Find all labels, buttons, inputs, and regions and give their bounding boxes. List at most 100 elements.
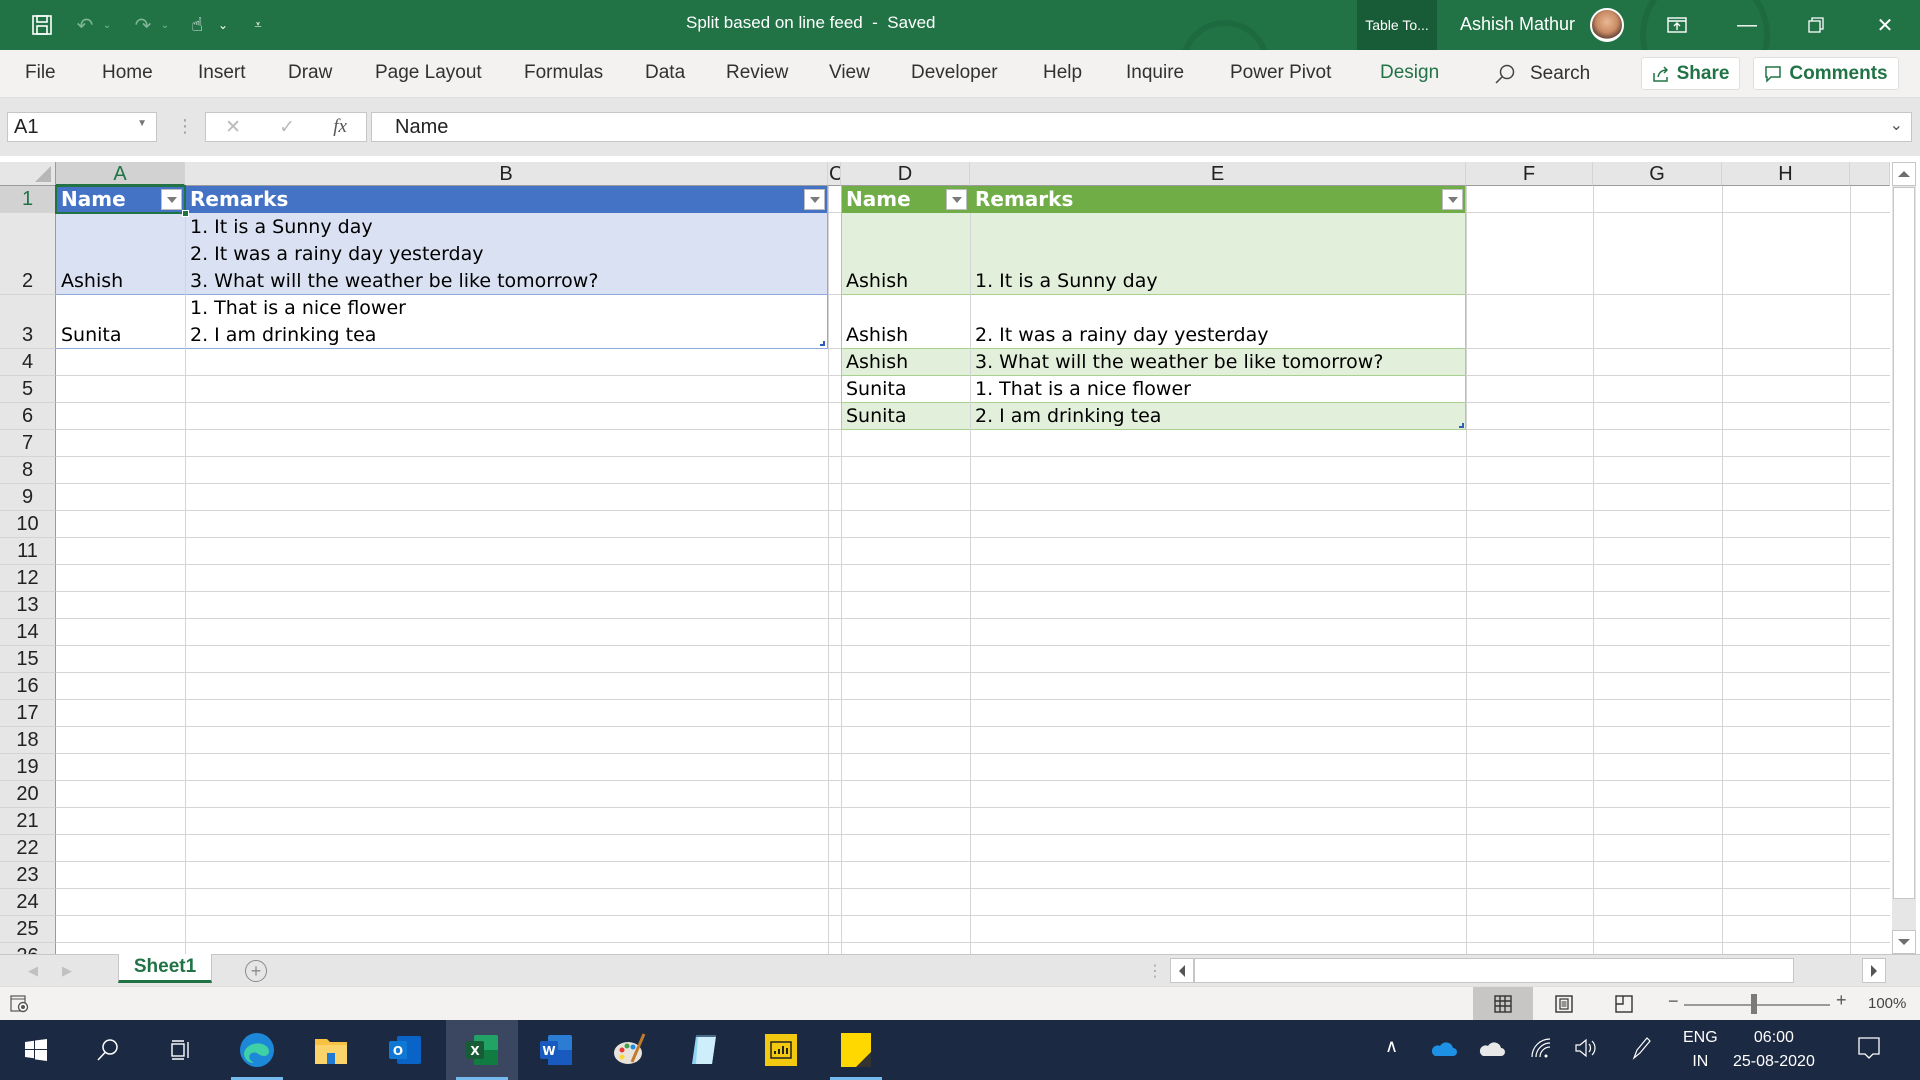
start-button[interactable] [0, 1020, 72, 1080]
tab-design[interactable]: Design [1380, 62, 1439, 84]
table-resize-handle[interactable] [1459, 423, 1464, 428]
row-header-24[interactable]: 24 [0, 889, 56, 916]
tab-page-layout[interactable]: Page Layout [375, 62, 482, 84]
column-header-b[interactable]: B [185, 162, 828, 186]
row-header-19[interactable]: 19 [0, 754, 56, 781]
row-header-25[interactable]: 25 [0, 916, 56, 943]
row-header-10[interactable]: 10 [0, 511, 56, 538]
tab-splitter[interactable]: ⋮ [1147, 961, 1163, 981]
cell-e3[interactable]: 2. It was a rainy day yesterday [970, 295, 1466, 349]
cell-e6[interactable]: 2. I am drinking tea [970, 403, 1466, 430]
row-header-9[interactable]: 9 [0, 484, 56, 511]
column-header-a[interactable]: A [56, 162, 185, 186]
column-header-g[interactable]: G [1593, 162, 1722, 186]
cell-e4[interactable]: 3. What will the weather be like tomorro… [970, 349, 1466, 376]
undo-dropdown-icon[interactable]: ⌄ [100, 0, 114, 50]
cell-e5[interactable]: 1. That is a nice flower [970, 376, 1466, 403]
tab-formulas[interactable]: Formulas [524, 62, 603, 84]
column-header-e[interactable]: E [970, 162, 1466, 186]
tab-data[interactable]: Data [645, 62, 685, 84]
row-header-6[interactable]: 6 [0, 403, 56, 430]
avatar[interactable] [1590, 8, 1624, 42]
table-resize-handle[interactable] [820, 341, 825, 346]
user-name[interactable]: Ashish Mathur [1460, 14, 1575, 35]
taskbar-app-paint[interactable] [594, 1020, 666, 1080]
row-header-1[interactable]: 1 [0, 186, 56, 213]
cell-d4[interactable]: Ashish [841, 349, 970, 376]
taskbar-app-word[interactable]: W [520, 1020, 592, 1080]
volume-icon[interactable] [1574, 1037, 1598, 1064]
cell-a2[interactable]: Ashish [56, 213, 185, 295]
row-header-26[interactable]: 26 [0, 943, 56, 954]
search-button[interactable] [72, 1020, 144, 1080]
filter-dropdown-icon[interactable] [946, 189, 967, 210]
row-header-16[interactable]: 16 [0, 673, 56, 700]
source-header-remarks[interactable]: Remarks [185, 186, 828, 213]
action-center-icon[interactable] [1857, 1036, 1881, 1065]
next-sheet-icon[interactable]: ▶ [62, 963, 72, 979]
add-sheet-button[interactable]: + [245, 960, 267, 982]
enter-icon[interactable]: ✓ [279, 116, 295, 139]
redo-icon[interactable]: ↷ [128, 0, 158, 50]
sheet-tab-sheet1[interactable]: Sheet1 [118, 954, 212, 983]
onedrive-icon[interactable] [1431, 1038, 1457, 1063]
show-hidden-icons-icon[interactable]: ∧ [1385, 1036, 1398, 1057]
row-header-7[interactable]: 7 [0, 430, 56, 457]
name-box[interactable]: A1 ▼ [7, 112, 157, 142]
zoom-out-button[interactable]: − [1668, 991, 1679, 1012]
column-header-c[interactable]: C [828, 162, 841, 186]
row-header-15[interactable]: 15 [0, 646, 56, 673]
horizontal-scrollbar[interactable] [1170, 958, 1886, 983]
zoom-slider[interactable]: − + [1668, 987, 1848, 1021]
column-header-d[interactable]: D [841, 162, 970, 186]
scroll-left-icon[interactable] [1170, 958, 1194, 983]
worksheet-grid[interactable]: A B C D E F G H 123456789101112131415161… [0, 162, 1890, 954]
cell-b3[interactable]: 1. That is a nice flower 2. I am drinkin… [185, 295, 828, 349]
row-header-5[interactable]: 5 [0, 376, 56, 403]
chevron-down-icon[interactable]: ▼ [137, 118, 147, 129]
row-header-17[interactable]: 17 [0, 700, 56, 727]
redo-dropdown-icon[interactable]: ⌄ [158, 0, 172, 50]
row-header-11[interactable]: 11 [0, 538, 56, 565]
customize-qat-icon[interactable]: ⩡ [246, 0, 270, 50]
cell-d2[interactable]: Ashish [841, 213, 970, 295]
row-header-4[interactable]: 4 [0, 349, 56, 376]
column-header-i-partial[interactable] [1850, 162, 1890, 186]
clock[interactable]: 06:00 25-08-2020 [1733, 1026, 1815, 1074]
insert-function-icon[interactable]: fx [333, 116, 347, 138]
vertical-scrollbar[interactable] [1892, 162, 1916, 954]
row-header-8[interactable]: 8 [0, 457, 56, 484]
scroll-right-icon[interactable] [1862, 958, 1886, 983]
taskbar-app-sticky-notes[interactable] [820, 1020, 892, 1080]
touch-dropdown-icon[interactable]: ⌄ [212, 0, 234, 50]
tab-developer[interactable]: Developer [911, 62, 998, 84]
taskbar-app-notepad[interactable] [669, 1020, 741, 1080]
expand-formula-bar-icon[interactable]: ⌄ [1890, 115, 1903, 135]
cell-d6[interactable]: Sunita [841, 403, 970, 430]
page-break-view-button[interactable] [1594, 987, 1654, 1021]
horizontal-scroll-thumb[interactable] [1194, 958, 1794, 983]
restore-icon[interactable] [1782, 0, 1850, 50]
filter-dropdown-icon[interactable] [1442, 189, 1463, 210]
cancel-icon[interactable]: ✕ [225, 116, 241, 139]
page-layout-view-button[interactable] [1534, 987, 1594, 1021]
tab-draw[interactable]: Draw [288, 62, 332, 84]
formula-input[interactable]: Name ⌄ [371, 112, 1912, 142]
cell-d3[interactable]: Ashish [841, 295, 970, 349]
tab-home[interactable]: Home [102, 62, 153, 84]
column-header-h[interactable]: H [1722, 162, 1850, 186]
tab-file[interactable]: File [25, 62, 56, 84]
row-header-12[interactable]: 12 [0, 565, 56, 592]
tab-inquire[interactable]: Inquire [1126, 62, 1184, 84]
share-button[interactable]: Share [1641, 57, 1740, 90]
comments-button[interactable]: Comments [1753, 57, 1899, 90]
prev-sheet-icon[interactable]: ◀ [28, 963, 38, 979]
row-header-14[interactable]: 14 [0, 619, 56, 646]
fill-handle[interactable] [182, 210, 189, 217]
row-header-20[interactable]: 20 [0, 781, 56, 808]
taskbar-app-outlook[interactable]: O [369, 1020, 441, 1080]
save-icon[interactable] [24, 0, 60, 50]
taskbar-app-power-bi[interactable] [745, 1020, 817, 1080]
close-icon[interactable]: ✕ [1851, 0, 1919, 50]
row-header-18[interactable]: 18 [0, 727, 56, 754]
